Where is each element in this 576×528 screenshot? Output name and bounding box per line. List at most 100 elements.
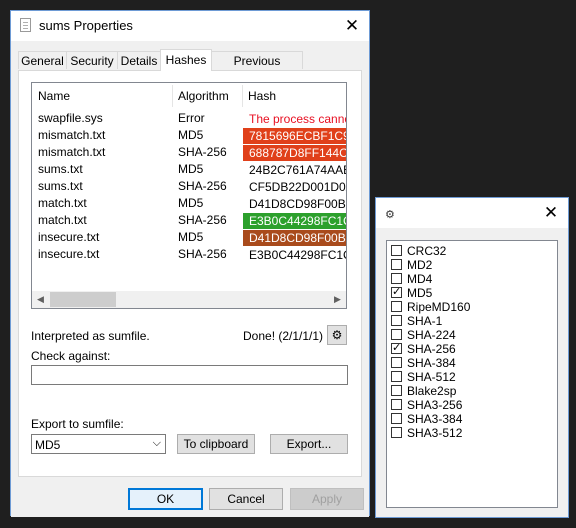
algorithm-label: RipeMD160 (407, 300, 471, 314)
done-status: Done! (2/1/1/1) (243, 329, 324, 343)
row-file-name: mismatch.txt (38, 128, 106, 142)
tab-general[interactable]: General (18, 51, 67, 69)
row-hash: 688787D8FF144C50 (243, 145, 346, 161)
algorithm-checkbox[interactable] (391, 329, 402, 340)
algorithm-label: MD2 (407, 258, 433, 272)
row-file-name: match.txt (38, 213, 87, 227)
row-hash: E3B0C44298FC1C14 (249, 248, 346, 262)
check-against-input[interactable] (31, 365, 348, 385)
column-divider[interactable] (172, 85, 173, 107)
algorithm-label: Blake2sp (407, 384, 457, 398)
row-algorithm: MD5 (178, 196, 204, 210)
algorithm-checkbox[interactable] (391, 427, 402, 438)
check-against-label: Check against: (31, 349, 111, 363)
scroll-right-icon[interactable]: ▶ (329, 291, 346, 308)
algorithm-checkbox[interactable] (391, 301, 402, 312)
algorithm-label: SHA3-512 (407, 426, 463, 440)
row-algorithm: SHA-256 (178, 145, 227, 159)
window-title: sums Properties (39, 18, 133, 33)
table-row[interactable]: match.txt SHA-256 E3B0C44298FC1C14 (32, 212, 346, 229)
algorithm-title-bar: ⚙ ✕ (376, 198, 568, 228)
row-hash: E3B0C44298FC1C14 (243, 213, 346, 229)
row-algorithm: SHA-256 (178, 179, 227, 193)
row-file-name: insecure.txt (38, 230, 100, 244)
row-file-name: swapfile.sys (38, 111, 103, 125)
tab-previous-versions[interactable]: Previous Versions (211, 51, 303, 86)
column-algorithm[interactable]: Algorithm (178, 89, 229, 103)
tab-security[interactable]: Security (66, 51, 118, 69)
apply-button[interactable]: Apply (290, 488, 364, 510)
algorithm-label: CRC32 (407, 244, 447, 258)
column-name[interactable]: Name (38, 89, 70, 103)
settings-button[interactable]: ⚙ (327, 325, 347, 345)
table-row[interactable]: mismatch.txt MD5 7815696ECBF1C96E (32, 127, 346, 144)
algorithm-checkbox[interactable] (391, 315, 402, 326)
gear-icon: ⚙ (385, 209, 395, 221)
row-hash: CF5DB22D001D0A8 (249, 180, 346, 194)
algorithm-checkbox[interactable] (391, 413, 402, 424)
ok-button[interactable]: OK (128, 488, 203, 510)
row-algorithm: Error (178, 111, 205, 125)
table-row[interactable]: mismatch.txt SHA-256 688787D8FF144C50 (32, 144, 346, 161)
tab-hashes[interactable]: Hashes (160, 49, 212, 71)
algorithm-label: SHA-1 (407, 314, 443, 328)
row-hash: D41D8CD98F00B20 (249, 197, 346, 211)
row-hash: D41D8CD98F00B20 (243, 230, 346, 246)
title-bar: sums Properties ✕ (11, 11, 369, 41)
row-algorithm: SHA-256 (178, 213, 227, 227)
column-divider[interactable] (242, 85, 243, 107)
column-hash[interactable]: Hash (248, 89, 276, 103)
algorithm-checkbox[interactable] (391, 385, 402, 396)
algorithm-checkbox[interactable] (391, 273, 402, 284)
export-label: Export to sumfile: (31, 417, 124, 431)
to-clipboard-button[interactable]: To clipboard (177, 434, 255, 454)
row-algorithm: MD5 (178, 128, 204, 142)
algorithm-checkbox[interactable] (391, 341, 402, 354)
table-row[interactable]: insecure.txt MD5 D41D8CD98F00B20 (32, 229, 346, 246)
table-row[interactable]: sums.txt MD5 24B2C761A74AABA (32, 161, 346, 178)
row-algorithm: SHA-256 (178, 247, 227, 261)
algorithm-checkbox[interactable] (391, 245, 402, 256)
algorithm-checkbox[interactable] (391, 399, 402, 410)
row-hash: 7815696ECBF1C96E (243, 128, 346, 144)
row-hash: The process cannot (249, 112, 347, 126)
algorithm-label: SHA3-384 (407, 412, 463, 426)
row-hash: 24B2C761A74AABA (249, 163, 346, 177)
table-row[interactable]: swapfile.sys Error The process cannot (32, 110, 346, 127)
row-file-name: sums.txt (38, 162, 83, 176)
chevron-down-icon: ⌵ (152, 437, 161, 449)
row-algorithm: MD5 (178, 230, 204, 244)
horizontal-scrollbar[interactable]: ◀ ▶ (32, 291, 346, 308)
algorithm-label: SHA3-256 (407, 398, 463, 412)
algorithm-label: SHA-384 (407, 356, 456, 370)
row-file-name: insecure.txt (38, 247, 100, 261)
algorithm-close-icon[interactable]: ✕ (536, 200, 566, 226)
export-button[interactable]: Export... (270, 434, 348, 454)
row-algorithm: MD5 (178, 162, 204, 176)
export-format-select[interactable]: MD5 ⌵ (31, 434, 166, 454)
dialog-footer: OK Cancel Apply (11, 481, 369, 517)
tab-details[interactable]: Details (117, 51, 161, 69)
hash-list[interactable]: Name Algorithm Hash swapfile.sys Error The… (31, 82, 347, 309)
scroll-left-icon[interactable]: ◀ (32, 291, 49, 308)
algorithm-window: ⚙ ✕ CRC32MD2MD4MD5RipeMD160SHA-1SHA-224S… (375, 197, 569, 518)
close-icon[interactable]: ✕ (337, 13, 367, 39)
algorithm-label: SHA-256 (407, 342, 456, 356)
table-row[interactable]: match.txt MD5 D41D8CD98F00B20 (32, 195, 346, 212)
table-row[interactable]: insecure.txt SHA-256 E3B0C44298FC1C14 (32, 246, 346, 263)
algorithm-checkbox[interactable] (391, 371, 402, 382)
hashes-panel: Name Algorithm Hash swapfile.sys Error The… (18, 70, 362, 477)
row-file-name: sums.txt (38, 179, 83, 193)
row-file-name: mismatch.txt (38, 145, 106, 159)
algorithm-checkbox[interactable] (391, 259, 402, 270)
properties-window: sums Properties ✕ General Security Detai… (10, 10, 370, 517)
scroll-thumb[interactable] (50, 292, 116, 307)
file-icon (20, 18, 31, 32)
algorithm-checkbox[interactable] (391, 285, 402, 298)
algorithm-label: SHA-512 (407, 370, 456, 384)
cancel-button[interactable]: Cancel (209, 488, 283, 510)
table-row[interactable]: sums.txt SHA-256 CF5DB22D001D0A8 (32, 178, 346, 195)
algorithm-list: CRC32MD2MD4MD5RipeMD160SHA-1SHA-224SHA-2… (386, 240, 558, 508)
algorithm-checkbox[interactable] (391, 357, 402, 368)
algorithm-label: MD4 (407, 272, 433, 286)
